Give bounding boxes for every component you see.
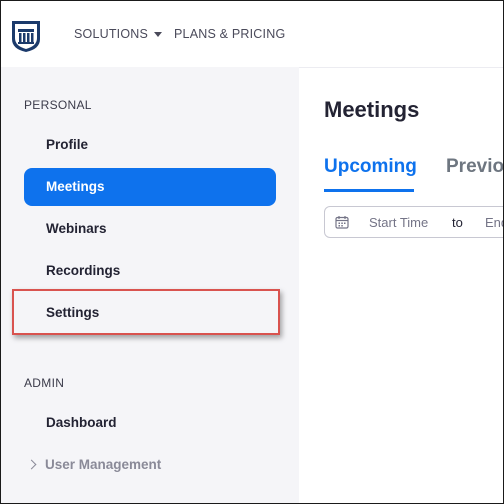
nav-solutions-label: SOLUTIONS <box>74 27 149 41</box>
date-range-separator: to <box>452 215 463 230</box>
top-navigation: SOLUTIONS PLANS & PRICING <box>1 1 503 68</box>
shield-logo-icon[interactable] <box>10 19 42 53</box>
settings-highlight-box <box>12 289 280 335</box>
tab-previous[interactable]: Previo <box>446 156 503 178</box>
active-tab-indicator <box>324 189 414 192</box>
sidebar-item-dashboard[interactable]: Dashboard <box>24 404 276 442</box>
date-range-filter[interactable]: Start Time to End <box>324 206 503 238</box>
sidebar: PERSONAL Profile Meetings Webinars Recor… <box>1 67 299 503</box>
caret-down-icon <box>154 32 163 38</box>
nav-plans-pricing[interactable]: PLANS & PRICING <box>174 27 285 41</box>
sidebar-item-meetings[interactable]: Meetings <box>24 168 276 206</box>
nav-solutions[interactable]: SOLUTIONS <box>74 27 163 41</box>
section-label-admin: ADMIN <box>24 376 65 390</box>
sidebar-item-recordings[interactable]: Recordings <box>24 252 276 290</box>
sidebar-item-profile[interactable]: Profile <box>24 126 276 164</box>
start-time-field[interactable]: Start Time <box>369 215 428 230</box>
page-title: Meetings <box>324 97 420 122</box>
user-management-label: User Management <box>45 457 162 472</box>
chevron-right-icon <box>26 459 37 470</box>
section-label-personal: PERSONAL <box>24 98 92 112</box>
sidebar-item-webinars[interactable]: Webinars <box>24 210 276 248</box>
sidebar-item-user-management[interactable]: User Management <box>24 457 161 472</box>
end-time-field[interactable]: End <box>485 215 503 230</box>
calendar-icon <box>335 216 349 229</box>
tab-upcoming[interactable]: Upcoming <box>324 156 417 178</box>
app-window: SOLUTIONS PLANS & PRICING PERSONAL Profi… <box>0 0 504 504</box>
